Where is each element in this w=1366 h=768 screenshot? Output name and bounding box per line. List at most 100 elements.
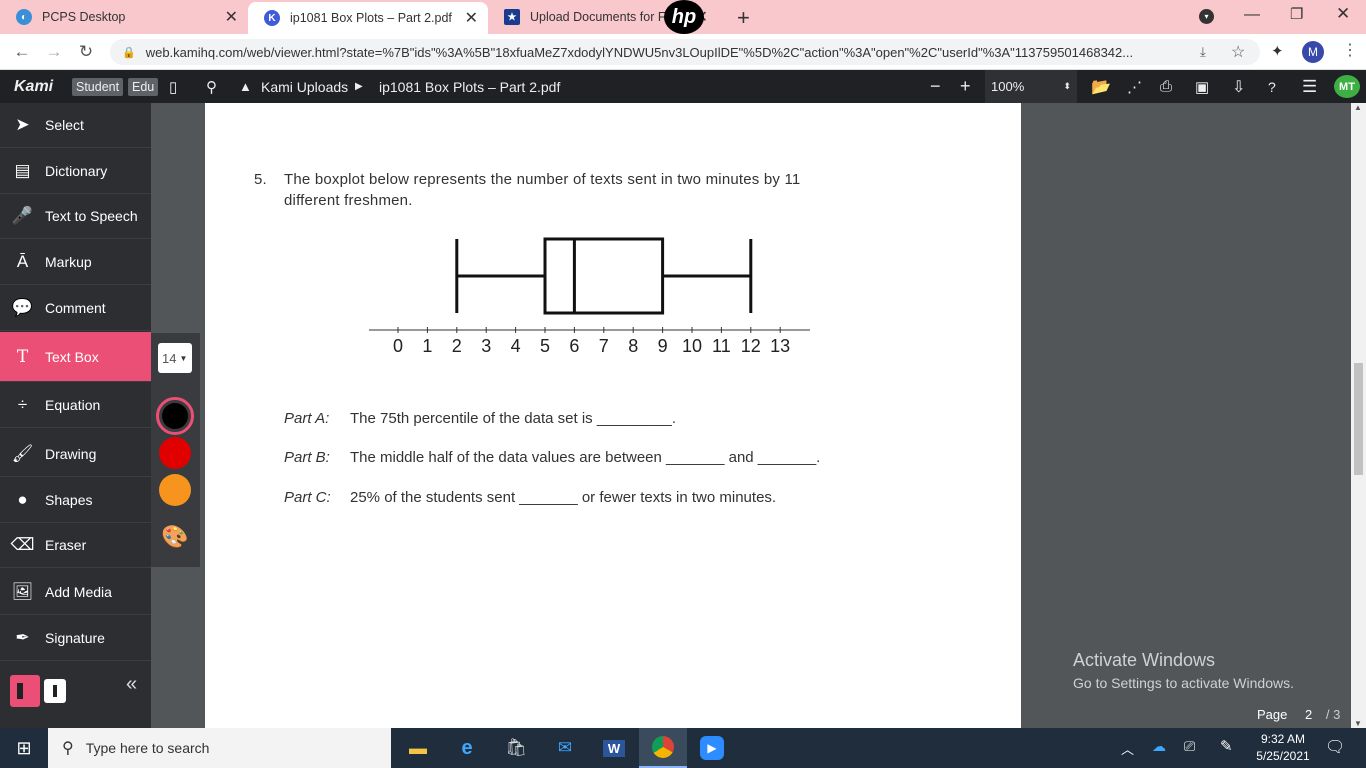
browser-menu-icon[interactable]: ⋮ [1342, 40, 1358, 60]
viewer-gutter [1021, 103, 1351, 728]
minimize-icon[interactable]: — [1244, 6, 1260, 24]
sidebar-item-label: Comment [45, 300, 106, 316]
scroll-thumb[interactable] [1354, 363, 1363, 475]
close-tab-icon[interactable]: ✕ [465, 8, 478, 28]
sidebar-item-text-to-speech[interactable]: 🎤 Text to Speech [0, 194, 151, 239]
breadcrumb-root[interactable]: Kami Uploads [261, 70, 348, 103]
page-label: Page [1257, 707, 1288, 722]
mail-icon[interactable]: ✉ [541, 728, 589, 768]
save-icon[interactable]: ▣ [1195, 70, 1209, 103]
sidebar-item-drawing[interactable]: 🖌 Drawing [0, 432, 151, 477]
sidebar-item-markup[interactable]: Ā Markup [0, 240, 151, 285]
menu-icon[interactable]: ☰ [1302, 70, 1317, 103]
page-current[interactable]: 2 [1305, 707, 1312, 722]
bookmark-star-icon[interactable]: ☆ [1231, 42, 1245, 62]
dock-right-button[interactable] [44, 679, 66, 703]
profile-avatar[interactable]: M [1302, 41, 1324, 63]
tab-title: ip1081 Box Plots – Part 2.pdf [290, 11, 452, 25]
sidebar-item-eraser[interactable]: ⌫ Eraser [0, 523, 151, 568]
search-icon[interactable]: ⚲ [206, 70, 217, 103]
sidebar-toggle-icon[interactable]: ▯ [169, 70, 177, 103]
tab-title: PCPS Desktop [42, 10, 126, 24]
scroll-up-icon[interactable]: ▲ [1354, 103, 1362, 112]
axis-tick-label: 8 [628, 336, 638, 356]
comment-icon: 💬 [11, 298, 34, 317]
part-b: Part B: The middle half of the data value… [284, 449, 820, 466]
scroll-down-icon[interactable]: ▼ [1354, 719, 1362, 728]
tab-kami-pdf[interactable]: K ip1081 Box Plots – Part 2.pdf ✕ [248, 2, 488, 34]
font-size-select[interactable]: 14 ▼ [158, 343, 192, 373]
print-icon[interactable]: ⎙ [1160, 70, 1172, 103]
share-icon[interactable]: ⋰ [1127, 70, 1142, 103]
forward-icon[interactable]: → [42, 40, 66, 64]
user-avatar[interactable]: MT [1334, 75, 1360, 98]
sidebar-item-select[interactable]: ➤ Select [0, 103, 151, 148]
sidebar-item-text-box[interactable]: T Text Box [0, 332, 151, 382]
dock-left-button[interactable] [10, 675, 40, 707]
search-placeholder: Type here to search [85, 740, 210, 756]
eraser-icon: ⌫ [10, 535, 35, 554]
boxplot-chart: 0 1 2 3 4 5 6 7 8 9 10 11 12 13 [369, 237, 810, 356]
color-swatch-black[interactable] [156, 397, 194, 435]
download-icon[interactable]: ⇩ [1232, 70, 1245, 103]
new-tab-icon[interactable]: + [737, 5, 750, 31]
sidebar-item-add-media[interactable]: 🖼 Add Media [0, 570, 151, 615]
sidebar-item-equation[interactable]: ÷ Equation [0, 383, 151, 428]
zoom-icon[interactable]: ▶ [688, 728, 736, 768]
part-label: Part C: [284, 489, 331, 506]
store-icon[interactable]: 🛍 [492, 728, 540, 768]
brush-icon: 🖌 [11, 444, 34, 463]
panel-left-icon [17, 683, 23, 699]
sidebar-item-signature[interactable]: ✒ Signature [0, 616, 151, 661]
file-explorer-icon[interactable]: ▬ [394, 728, 442, 768]
zoom-in-icon[interactable]: + [960, 70, 971, 103]
media-icon: 🖼 [11, 582, 34, 601]
onedrive-icon[interactable]: ☁ [1152, 738, 1166, 755]
help-icon[interactable]: ? [1268, 70, 1276, 103]
install-icon[interactable]: ⤓ [1200, 44, 1206, 60]
tab-search-icon[interactable]: ▾ [1199, 9, 1214, 24]
notifications-icon[interactable]: 🗨 [1325, 737, 1345, 757]
sidebar-item-shapes[interactable]: ● Shapes [0, 478, 151, 523]
watermark-subtitle: Go to Settings to activate Windows. [1073, 675, 1294, 691]
page-total: / 3 [1325, 707, 1341, 722]
zoom-value: 100% [991, 79, 1025, 94]
extensions-icon[interactable]: ✦ [1271, 42, 1284, 60]
tool-sidebar: ➤ Select ▤ Dictionary 🎤 Text to Speech Ā Mar… [0, 103, 151, 728]
close-tab-icon[interactable]: ✕ [225, 7, 238, 27]
collapse-icon[interactable]: « [126, 673, 137, 696]
address-bar-row: ← → ↻ 🔒 web.kamihq.com/web/viewer.html?s… [0, 34, 1366, 70]
zoom-select[interactable]: 100% ⬍ [985, 70, 1077, 103]
edge-icon[interactable]: e [443, 728, 491, 768]
sidebar-item-label: Signature [45, 630, 105, 646]
clock[interactable]: 9:32 AM 5/25/2021 [1253, 731, 1313, 765]
back-icon[interactable]: ← [10, 40, 34, 64]
drive-icon: ▲ [239, 79, 252, 94]
part-text: The 75th percentile of the data set is _… [350, 410, 677, 427]
taskbar-search[interactable]: ⚲ Type here to search [48, 728, 391, 768]
close-window-icon[interactable]: ✕ [1336, 4, 1350, 24]
chrome-icon[interactable] [639, 728, 687, 768]
restore-icon[interactable]: ❐ [1290, 5, 1303, 23]
word-icon[interactable]: W [590, 728, 638, 768]
vertical-scrollbar[interactable]: ▲ ▼ [1351, 103, 1366, 728]
axis-tick-label: 2 [452, 336, 462, 356]
sidebar-item-comment[interactable]: 💬 Comment [0, 286, 151, 331]
palette-icon[interactable]: 🎨 [161, 524, 188, 550]
clock-time: 9:32 AM [1260, 732, 1306, 746]
windows-start-icon[interactable]: ⊞ [0, 728, 48, 768]
folder-icon[interactable]: 📂 [1091, 70, 1111, 103]
axis-tick-label: 0 [393, 336, 403, 356]
pen-workspace-icon[interactable]: ✎ [1220, 737, 1233, 755]
sidebar-item-dictionary[interactable]: ▤ Dictionary [0, 149, 151, 194]
color-swatch-red[interactable] [159, 437, 191, 469]
sidebar-item-label: Eraser [45, 537, 87, 553]
color-swatch-orange[interactable] [159, 474, 191, 506]
network-icon[interactable]: ⎚ [1184, 738, 1195, 755]
zoom-out-icon[interactable]: − [930, 70, 941, 103]
tab-pcps-desktop[interactable]: ◐ PCPS Desktop ✕ [0, 0, 248, 34]
tab-title: Upload Documents for Fre [530, 10, 677, 24]
reload-icon[interactable]: ↻ [74, 40, 98, 64]
url-field[interactable]: 🔒 web.kamihq.com/web/viewer.html?state=%… [110, 39, 1260, 65]
hidden-icons-chevron-icon[interactable]: ︿ [1121, 739, 1134, 758]
